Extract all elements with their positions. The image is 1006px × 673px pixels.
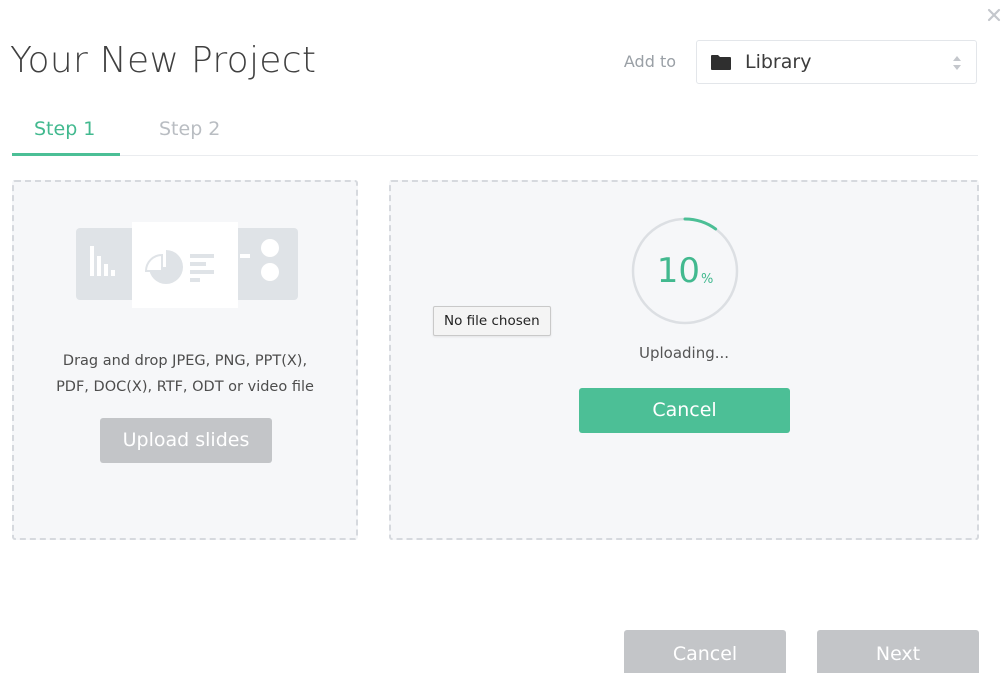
page-title: Your New Project [10, 40, 317, 81]
slides-illustration-icon [76, 222, 298, 308]
new-project-dialog: Your New Project Add to Library Step 1 S… [0, 0, 1006, 673]
add-to-label: Add to [623, 52, 676, 71]
dropzone-instructions: Drag and drop JPEG, PNG, PPT(X), PDF, DO… [14, 348, 356, 400]
active-tab-indicator [12, 153, 120, 156]
select-arrows-icon [953, 56, 961, 70]
upload-dropzone[interactable]: Drag and drop JPEG, PNG, PPT(X), PDF, DO… [12, 180, 358, 540]
instructions-line-1: Drag and drop JPEG, PNG, PPT(X), [62, 353, 308, 369]
progress-percent: 10 % [631, 217, 739, 325]
tab-step-1[interactable]: Step 1 [34, 118, 95, 140]
cancel-button[interactable]: Cancel [624, 630, 786, 673]
instructions-line-2: PDF, DOC(X), RTF, ODT or video file [56, 379, 314, 395]
step-tabs: Step 1 Step 2 [12, 112, 978, 156]
progress-number: 10 [656, 251, 700, 291]
upload-slides-button[interactable]: Upload slides [100, 418, 272, 463]
upload-status: Uploading... [638, 344, 730, 362]
folder-icon [711, 55, 731, 70]
tab-step-2[interactable]: Step 2 [159, 118, 220, 140]
upload-progress-panel: 10 % Uploading... Cancel [389, 180, 979, 540]
progress-unit: % [700, 271, 714, 287]
cancel-upload-button[interactable]: Cancel [579, 388, 790, 433]
destination-select[interactable]: Library [696, 40, 977, 84]
file-input-tooltip: No file chosen [433, 306, 551, 336]
destination-value: Library [745, 51, 812, 73]
next-button[interactable]: Next [817, 630, 979, 673]
close-icon[interactable] [985, 6, 1003, 24]
